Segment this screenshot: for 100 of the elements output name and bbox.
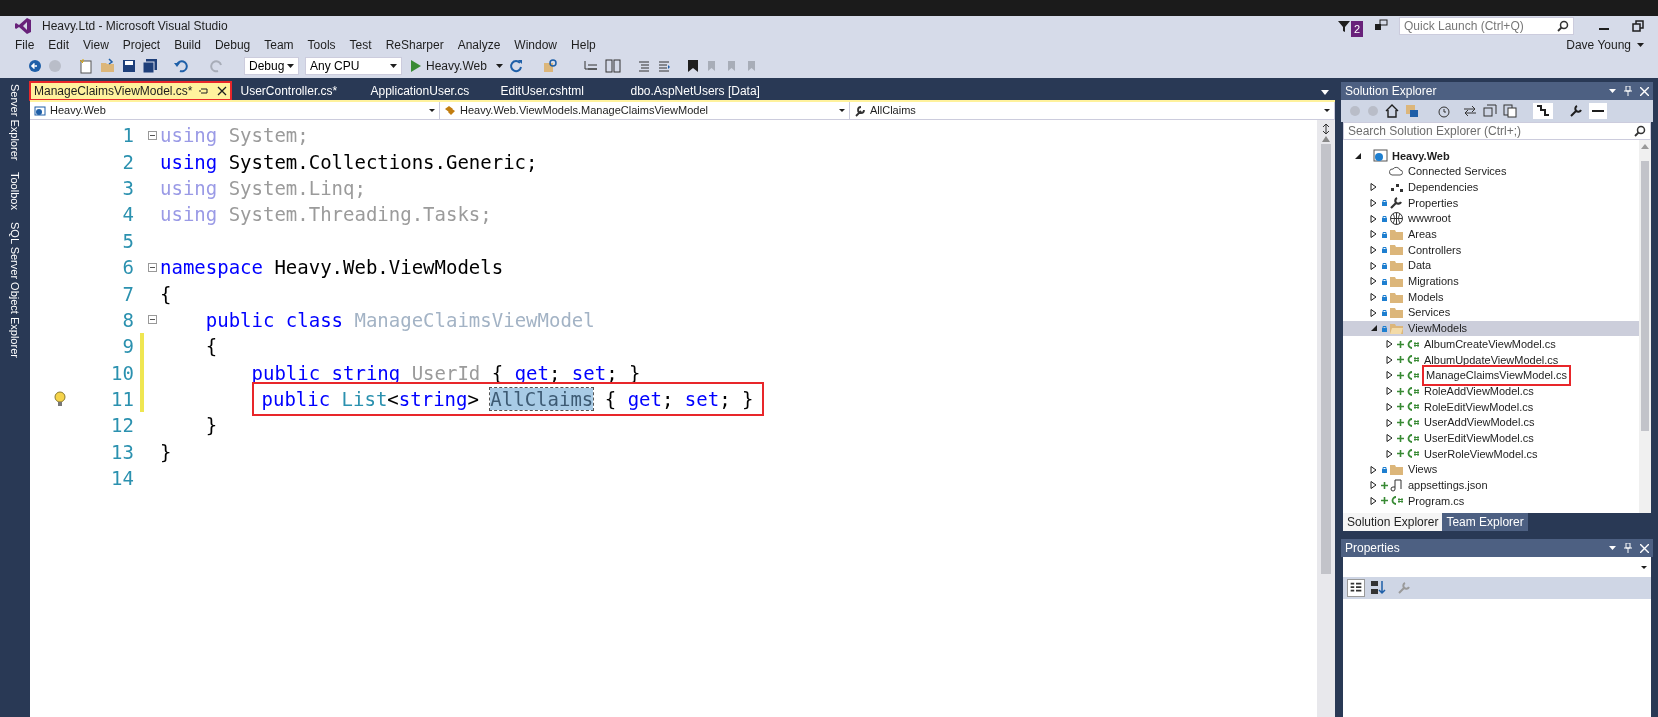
collapsed-arrow-icon[interactable] [1369,198,1377,207]
caret-icon[interactable] [1609,89,1616,93]
collapsed-arrow-icon[interactable] [1369,277,1377,286]
caret-icon[interactable] [1609,546,1616,550]
copy-icon[interactable] [1503,104,1517,118]
caret-icon[interactable] [429,109,435,112]
close-icon[interactable] [216,86,227,96]
sync-icon[interactable] [1463,105,1477,117]
side-tab[interactable]: SQL Server Object Explorer [6,222,24,359]
menu-item[interactable]: ReSharper [378,36,451,54]
document-tab[interactable]: ManageClaimsViewModel.cs* [30,82,231,100]
lightbulb-icon[interactable] [54,391,66,408]
document-tab[interactable]: UserController.cs* [230,82,361,100]
tree-item[interactable]: RoleEditViewModel.cs [1343,399,1639,415]
new-project-icon[interactable] [78,58,94,74]
caret-icon[interactable] [1637,43,1644,47]
scroll-up-icon[interactable] [1322,136,1330,142]
menu-item[interactable]: Analyze [450,36,508,54]
collapsed-arrow-icon[interactable] [1385,355,1393,364]
tree-item[interactable]: Migrations [1343,273,1639,290]
columns-icon[interactable] [604,59,621,73]
collapsed-arrow-icon[interactable] [1385,371,1393,380]
document-tab[interactable]: EditUser.cshtml [490,82,621,100]
menu-item[interactable]: Tools [300,36,343,54]
filter-icon[interactable] [1336,19,1351,33]
expanded-arrow-icon[interactable] [1369,324,1377,333]
restore-icon[interactable] [1632,20,1644,32]
configuration-dropdown[interactable]: Debug [244,57,299,75]
caret-icon[interactable] [1641,565,1647,569]
collapsed-arrow-icon[interactable] [1369,465,1377,474]
collapse-all-icon[interactable] [1483,104,1497,118]
tree-item[interactable]: Heavy.Web [1343,148,1639,164]
categorized-icon[interactable] [1347,579,1365,597]
search-field[interactable]: Search Solution Explorer (Ctrl+;) [1343,122,1651,140]
panel-tab[interactable]: Team Explorer [1442,513,1528,531]
side-tab[interactable]: Server Explorer [6,84,24,161]
tree-item[interactable]: wwwroot [1343,210,1639,227]
bookmark-icon[interactable] [686,59,699,73]
collapsed-arrow-icon[interactable] [1385,402,1393,411]
menu-item[interactable]: Edit [41,36,77,54]
menu-item[interactable]: Build [167,36,208,54]
sort-alphabetical-icon[interactable] [1369,579,1387,597]
tree-item[interactable]: Connected Services [1343,163,1639,180]
navigation-dropdown[interactable]: Heavy.Web [30,102,440,119]
find-icon[interactable] [542,58,559,74]
expanded-arrow-icon[interactable] [1353,151,1361,160]
collapsed-arrow-icon[interactable] [1369,481,1377,490]
collapsed-arrow-icon[interactable] [1369,261,1377,270]
tree-item[interactable]: Models [1343,289,1639,305]
split-icon[interactable] [1321,124,1331,134]
vertical-scrollbar[interactable] [1317,120,1335,717]
tab-list-icon[interactable] [1321,90,1329,95]
user-name[interactable]: Dave Young [1566,36,1631,54]
align-right-icon[interactable] [656,59,671,73]
tree-item[interactable]: appsettings.json [1343,477,1639,494]
tree-item[interactable]: Views [1343,461,1639,478]
menu-item[interactable]: Window [507,36,565,54]
save-icon[interactable] [122,59,136,73]
caret-icon[interactable] [287,64,294,68]
align-left-icon[interactable] [636,59,651,73]
document-tab[interactable]: dbo.AspNetUsers [Data] [620,82,770,100]
platform-dropdown[interactable]: Any CPU [305,57,402,75]
home-icon[interactable] [1385,104,1399,118]
tree-item[interactable]: Areas [1343,226,1639,243]
menu-item[interactable]: Project [115,36,168,54]
open-folder-icon[interactable] [100,58,116,74]
tree-item[interactable]: ViewModels [1343,320,1639,337]
tree-item[interactable]: Controllers [1343,242,1639,258]
menu-item[interactable]: Help [564,36,603,54]
collapsed-arrow-icon[interactable] [1369,214,1377,223]
menu-item[interactable]: Debug [207,36,258,54]
collapsed-arrow-icon[interactable] [1385,418,1393,427]
collapsed-arrow-icon[interactable] [1385,387,1393,396]
tree-item[interactable]: AlbumCreateViewModel.cs [1343,336,1639,352]
menu-item[interactable]: File [8,36,42,54]
refresh-icon[interactable] [508,59,523,73]
scroll-thumb[interactable] [1321,144,1331,574]
tree-item[interactable]: AlbumUpdateViewModel.cs [1343,351,1639,368]
preview-icon[interactable] [1533,103,1553,119]
switch-views-icon[interactable] [1405,104,1419,118]
collapsed-arrow-icon[interactable] [1385,449,1393,458]
collapsed-arrow-icon[interactable] [1385,340,1393,349]
save-all-icon[interactable] [142,58,158,74]
vertical-scrollbar[interactable] [1639,140,1651,513]
caret-icon[interactable] [1324,109,1330,112]
history-icon[interactable] [1437,104,1451,118]
collapsed-arrow-icon[interactable] [1369,496,1377,505]
notification-badge[interactable]: 2 [1350,20,1363,38]
start-debugging-button[interactable]: Heavy.Web [408,57,490,75]
tree-item[interactable]: ManageClaimsViewModel.cs [1343,367,1639,384]
menu-item[interactable]: View [76,36,116,54]
collapse-icon[interactable] [147,130,157,140]
menu-item[interactable]: Team [257,36,301,54]
tree-item[interactable]: UserAddViewModel.cs [1343,414,1639,431]
caret-icon[interactable] [390,64,397,68]
tree-item[interactable]: UserRoleViewModel.cs [1343,446,1639,462]
quick-launch-field[interactable]: Quick Launch (Ctrl+Q) [1399,17,1574,35]
collapsed-arrow-icon[interactable] [1369,293,1377,302]
caret-icon[interactable] [839,109,845,112]
collapsed-arrow-icon[interactable] [1369,183,1377,192]
